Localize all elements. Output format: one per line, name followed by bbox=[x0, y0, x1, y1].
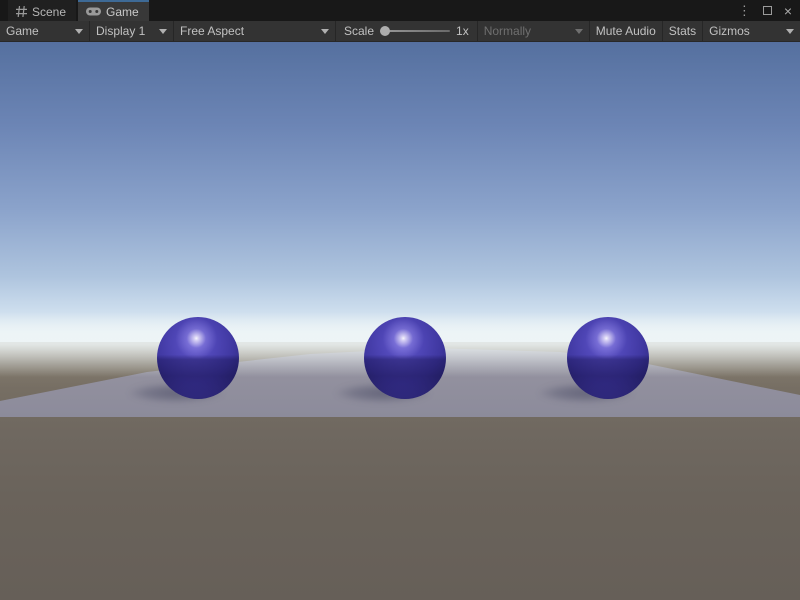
maximize-on-play-dropdown[interactable]: Normally bbox=[478, 21, 590, 41]
tab-scene[interactable]: Scene bbox=[8, 0, 76, 21]
stats-label: Stats bbox=[669, 24, 696, 38]
unity-game-panel: Scene Game ⋮ × Game Display 1 bbox=[0, 0, 800, 600]
display-mode-dropdown[interactable]: Game bbox=[0, 21, 90, 41]
scale-slider[interactable] bbox=[380, 26, 450, 36]
aspect-ratio-dropdown[interactable]: Free Aspect bbox=[174, 21, 336, 41]
game-render-viewport[interactable] bbox=[0, 42, 800, 600]
window-controls: ⋮ × bbox=[738, 0, 800, 21]
close-icon[interactable]: × bbox=[784, 4, 792, 18]
tab-game-label: Game bbox=[106, 5, 139, 19]
panel-tab-bar: Scene Game ⋮ × bbox=[0, 0, 800, 21]
scale-slider-track[interactable] bbox=[380, 30, 450, 32]
aspect-ratio-label: Free Aspect bbox=[180, 24, 244, 38]
scale-control: Scale 1x bbox=[336, 21, 478, 41]
chevron-down-icon bbox=[321, 29, 329, 34]
gizmos-dropdown[interactable]: Gizmos bbox=[703, 21, 800, 41]
gizmos-label: Gizmos bbox=[709, 24, 750, 38]
display-mode-label: Game bbox=[6, 24, 39, 38]
blue-sphere-2 bbox=[364, 317, 446, 399]
tab-scene-label: Scene bbox=[32, 5, 66, 19]
mute-audio-label: Mute Audio bbox=[596, 24, 656, 38]
maximize-icon[interactable] bbox=[763, 4, 772, 17]
scale-label: Scale bbox=[344, 24, 374, 38]
chevron-down-icon bbox=[786, 29, 794, 34]
blue-sphere-3 bbox=[567, 317, 649, 399]
blue-sphere-1 bbox=[157, 317, 239, 399]
scale-value: 1x bbox=[456, 24, 469, 38]
stats-button[interactable]: Stats bbox=[663, 21, 703, 41]
chevron-down-icon bbox=[159, 29, 167, 34]
mute-audio-button[interactable]: Mute Audio bbox=[590, 21, 663, 41]
game-view-toolbar: Game Display 1 Free Aspect Scale 1x Norm… bbox=[0, 21, 800, 42]
chevron-down-icon bbox=[575, 29, 583, 34]
game-gamepad-icon bbox=[86, 7, 101, 16]
panel-menu-icon[interactable]: ⋮ bbox=[738, 4, 751, 17]
scene-grid-icon bbox=[16, 6, 27, 17]
display-target-label: Display 1 bbox=[96, 24, 145, 38]
chevron-down-icon bbox=[75, 29, 83, 34]
tab-bar-spacer bbox=[149, 0, 738, 21]
display-target-dropdown[interactable]: Display 1 bbox=[90, 21, 174, 41]
scale-slider-thumb[interactable] bbox=[380, 26, 390, 36]
maximize-on-play-label: Normally bbox=[484, 24, 531, 38]
tab-game[interactable]: Game bbox=[78, 0, 149, 21]
